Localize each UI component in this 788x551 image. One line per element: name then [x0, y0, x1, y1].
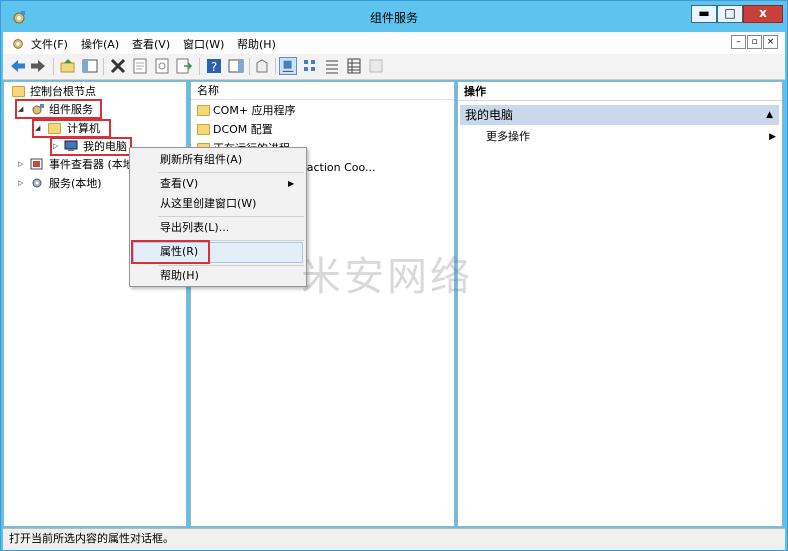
actions-section-label: 我的电脑 [465, 108, 514, 122]
back-arrow-icon[interactable] [9, 57, 27, 75]
highlight-box [32, 119, 111, 138]
action-more-actions[interactable]: 更多操作 ▶ [486, 128, 776, 146]
tree-item-label: 事件查看器 (本地 [49, 158, 134, 171]
delete-icon[interactable] [109, 57, 127, 75]
highlight-box [131, 240, 210, 264]
maximize-button[interactable]: □ [717, 5, 743, 23]
status-bar: 打开当前所选内容的属性对话框。 [3, 528, 785, 550]
export-list-icon[interactable] [175, 57, 193, 75]
show-hide-tree-icon[interactable] [81, 57, 99, 75]
mdi-minimize-button[interactable]: – [731, 35, 746, 49]
menu-window[interactable]: 窗口(W) [183, 36, 224, 52]
highlight-box [50, 137, 132, 156]
context-menu: 刷新所有组件(A) 查看(V) ▶ 从这里创建窗口(W) 导出列表(L)... … [129, 147, 307, 287]
small-icons-view-icon[interactable] [301, 57, 319, 75]
action-label: 更多操作 [486, 130, 530, 143]
close-button[interactable]: x [743, 5, 783, 23]
context-item-view[interactable]: 查看(V) ▶ [160, 174, 300, 194]
menu-help[interactable]: 帮助(H) [237, 36, 276, 52]
refresh-icon[interactable] [153, 57, 171, 75]
watermark-text: 米安网络 [301, 254, 473, 300]
submenu-arrow-icon: ▶ [769, 132, 776, 142]
mdi-restore-button[interactable]: ▫ [747, 35, 762, 49]
title-bar[interactable]: 组件服务 ▬ □ x [1, 1, 787, 32]
gear-icon [32, 178, 42, 188]
list-view-icon[interactable] [323, 57, 341, 75]
actions-section-my-computer[interactable]: 我的电脑 ▲ [460, 105, 779, 125]
help-icon[interactable]: ? [205, 57, 223, 75]
show-hide-action-pane-icon[interactable] [227, 57, 245, 75]
properties-icon[interactable] [131, 57, 149, 75]
expand-triangle-icon[interactable]: ▷ [18, 156, 23, 173]
folder-icon [12, 86, 25, 97]
list-item-label: COM+ 应用程序 [213, 104, 296, 117]
tree-item-label: 控制台根节点 [30, 85, 96, 98]
context-item-refresh-all[interactable]: 刷新所有组件(A) [160, 150, 242, 170]
expand-triangle-icon[interactable]: ▷ [18, 175, 23, 192]
window-title: 组件服务 [369, 11, 418, 25]
svg-text:?: ? [211, 60, 217, 74]
up-folder-icon[interactable] [59, 57, 77, 75]
component-services-icon [13, 39, 23, 49]
column-header-name[interactable]: 名称 [191, 82, 454, 100]
large-icons-view-icon[interactable] [279, 57, 297, 75]
actions-pane: 操作 我的电脑 ▲ 更多操作 ▶ [457, 81, 783, 527]
tree-item-label: 服务(本地) [49, 177, 102, 190]
context-item-new-window[interactable]: 从这里创建窗口(W) [160, 194, 256, 214]
context-item-export-list[interactable]: 导出列表(L)... [160, 218, 229, 238]
list-item-label: DCOM 配置 [213, 123, 273, 136]
menu-bar: 文件(F) 操作(A) 查看(V) 窗口(W) 帮助(H) – ▫ × [3, 32, 785, 55]
forward-arrow-icon[interactable] [29, 57, 47, 75]
event-viewer-icon [30, 158, 43, 170]
minimize-button[interactable]: ▬ [691, 5, 717, 23]
folder-icon [197, 124, 210, 135]
folder-icon [197, 105, 210, 116]
menu-view[interactable]: 查看(V) [132, 36, 170, 52]
details-view-icon[interactable] [345, 57, 363, 75]
collapse-up-icon[interactable]: ▲ [766, 105, 773, 125]
mdi-close-button[interactable]: × [763, 35, 778, 49]
menu-action[interactable]: 操作(A) [81, 36, 119, 52]
window: 组件服务 ▬ □ x 文件(F) 操作(A) 查看(V) 窗口(W) 帮助(H)… [0, 0, 788, 551]
customize-view-icon[interactable] [367, 57, 385, 75]
context-item-help[interactable]: 帮助(H) [160, 266, 199, 286]
new-window-icon[interactable] [253, 57, 271, 75]
actions-header: 操作 [458, 82, 782, 101]
submenu-arrow-icon: ▶ [288, 179, 295, 188]
toolbar: ? [3, 54, 785, 80]
context-item-label: 查看(V) [160, 177, 199, 190]
menu-file[interactable]: 文件(F) [31, 36, 68, 52]
highlight-box [15, 99, 102, 119]
